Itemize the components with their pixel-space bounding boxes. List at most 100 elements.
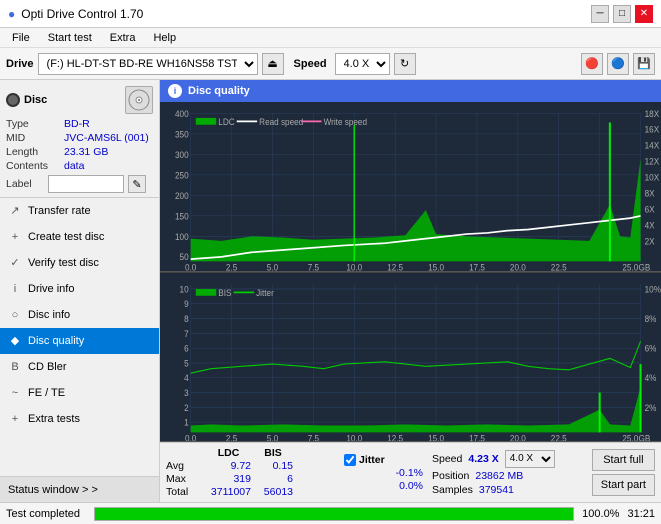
menu-file[interactable]: File bbox=[4, 30, 38, 46]
svg-text:8: 8 bbox=[184, 313, 189, 324]
sidebar-item-cd-bler[interactable]: B CD Bler bbox=[0, 354, 159, 380]
sidebar-item-disc-info[interactable]: ○ Disc info bbox=[0, 302, 159, 328]
svg-text:6: 6 bbox=[184, 343, 189, 354]
svg-text:4X: 4X bbox=[645, 220, 655, 231]
fe-te-icon: ~ bbox=[8, 386, 22, 400]
tool-btn-3[interactable]: 🔵 bbox=[607, 53, 629, 75]
drive-label: Drive bbox=[6, 58, 34, 70]
samples-label: Samples bbox=[432, 484, 473, 496]
max-bis: 6 bbox=[253, 473, 293, 485]
sidebar-item-fe-te[interactable]: ~ FE / TE bbox=[0, 380, 159, 406]
tool-btn-2[interactable]: 🔴 bbox=[581, 53, 603, 75]
disc-title: Disc bbox=[24, 94, 47, 106]
drive-info-icon: i bbox=[8, 282, 22, 296]
avg-label: Avg bbox=[166, 460, 204, 472]
speed-select[interactable]: 4.0 X MAX 2.0 X 8.0 X bbox=[335, 53, 390, 75]
content-header-icon: i bbox=[168, 84, 182, 98]
menu-help[interactable]: Help bbox=[145, 30, 184, 46]
minimize-button[interactable]: ─ bbox=[591, 5, 609, 23]
svg-text:7.5: 7.5 bbox=[308, 262, 320, 270]
eject-button[interactable]: ⏏ bbox=[262, 53, 284, 75]
maximize-button[interactable]: □ bbox=[613, 5, 631, 23]
svg-text:5.0: 5.0 bbox=[267, 433, 279, 441]
svg-text:22.5: 22.5 bbox=[551, 262, 567, 270]
svg-text:Read speed: Read speed bbox=[259, 116, 303, 127]
start-part-button[interactable]: Start part bbox=[592, 474, 655, 496]
jitter-label: Jitter bbox=[359, 454, 385, 466]
svg-text:250: 250 bbox=[175, 170, 189, 181]
avg-jitter-label bbox=[344, 467, 376, 479]
chart1: 400 350 300 250 200 150 100 50 18X 16X 1… bbox=[160, 102, 661, 272]
jitter-checkbox[interactable] bbox=[344, 454, 356, 466]
extra-tests-icon: + bbox=[8, 412, 22, 426]
menubar: File Start test Extra Help bbox=[0, 28, 661, 48]
svg-text:4%: 4% bbox=[645, 372, 657, 383]
speed-value-stat: 4.23 X bbox=[468, 453, 498, 465]
max-ldc: 319 bbox=[206, 473, 251, 485]
label-input[interactable] bbox=[48, 175, 124, 193]
contents-value: data bbox=[64, 160, 84, 172]
close-button[interactable]: ✕ bbox=[635, 5, 653, 23]
status-window-button[interactable]: Status window > > bbox=[0, 476, 159, 502]
drive-select[interactable]: (F:) HL-DT-ST BD-RE WH16NS58 TST4 bbox=[38, 53, 258, 75]
max-jitter-label bbox=[344, 480, 376, 492]
mid-label: MID bbox=[6, 132, 64, 144]
menu-extra[interactable]: Extra bbox=[102, 30, 144, 46]
progress-text: 100.0% bbox=[582, 508, 619, 520]
sidebar-item-disc-quality[interactable]: ◆ Disc quality bbox=[0, 328, 159, 354]
type-label: Type bbox=[6, 118, 64, 130]
chart1-svg: 400 350 300 250 200 150 100 50 18X 16X 1… bbox=[160, 102, 661, 271]
refresh-button[interactable]: ↻ bbox=[394, 53, 416, 75]
contents-label: Contents bbox=[6, 160, 64, 172]
label-label: Label bbox=[6, 178, 44, 190]
svg-text:BIS: BIS bbox=[218, 287, 231, 298]
svg-text:10.0: 10.0 bbox=[346, 262, 362, 270]
sidebar-item-transfer-rate[interactable]: ↗ Transfer rate bbox=[0, 198, 159, 224]
verify-test-disc-icon: ✓ bbox=[8, 256, 22, 270]
cd-bler-label: CD Bler bbox=[28, 361, 67, 373]
svg-text:7: 7 bbox=[184, 328, 189, 339]
svg-text:400: 400 bbox=[175, 108, 189, 119]
sidebar-item-drive-info[interactable]: i Drive info bbox=[0, 276, 159, 302]
label-edit-button[interactable]: ✎ bbox=[128, 175, 146, 193]
svg-text:20.0: 20.0 bbox=[510, 433, 526, 441]
status-text: Test completed bbox=[6, 508, 86, 520]
cd-bler-icon: B bbox=[8, 360, 22, 374]
speed-select-stats[interactable]: 4.0 X MAX 2.0 X bbox=[505, 450, 555, 468]
action-buttons: Start full Start part bbox=[592, 449, 655, 496]
svg-text:2.5: 2.5 bbox=[226, 433, 238, 441]
type-value: BD-R bbox=[64, 118, 90, 130]
avg-jitter: -0.1% bbox=[378, 467, 423, 479]
speed-label: Speed bbox=[294, 58, 327, 70]
position-label: Position bbox=[432, 470, 469, 482]
svg-text:10%: 10% bbox=[645, 283, 661, 294]
svg-text:14X: 14X bbox=[645, 140, 660, 151]
svg-text:9: 9 bbox=[184, 298, 189, 309]
bis-header: BIS bbox=[253, 447, 293, 459]
svg-text:16X: 16X bbox=[645, 124, 660, 135]
menu-start-test[interactable]: Start test bbox=[40, 30, 100, 46]
sidebar-item-verify-test-disc[interactable]: ✓ Verify test disc bbox=[0, 250, 159, 276]
start-full-button[interactable]: Start full bbox=[592, 449, 655, 471]
mid-value: JVC-AMS6L (001) bbox=[64, 132, 149, 144]
chart2: 10 9 8 7 6 5 4 3 2 1 10% 8% 6% 4% 2% bbox=[160, 272, 661, 443]
svg-text:25.0: 25.0 bbox=[622, 433, 638, 441]
disc-thumbnail bbox=[125, 86, 153, 114]
total-label: Total bbox=[166, 486, 204, 498]
total-ldc: 3711007 bbox=[206, 486, 251, 498]
svg-text:100: 100 bbox=[175, 231, 189, 242]
content-header: i Disc quality bbox=[160, 80, 661, 102]
sidebar: Disc Type BD-R MID JVC-AMS6L (001) bbox=[0, 80, 160, 502]
svg-text:8X: 8X bbox=[645, 188, 655, 199]
chart2-svg: 10 9 8 7 6 5 4 3 2 1 10% 8% 6% 4% 2% bbox=[160, 273, 661, 442]
fe-te-label: FE / TE bbox=[28, 387, 65, 399]
svg-text:GB: GB bbox=[639, 433, 651, 441]
save-button[interactable]: 💾 bbox=[633, 53, 655, 75]
svg-text:200: 200 bbox=[175, 190, 189, 201]
progress-bar bbox=[95, 508, 573, 520]
svg-text:4: 4 bbox=[184, 372, 189, 383]
nav-items: ↗ Transfer rate + Create test disc ✓ Ver… bbox=[0, 198, 159, 476]
sidebar-item-extra-tests[interactable]: + Extra tests bbox=[0, 406, 159, 432]
svg-text:20.0: 20.0 bbox=[510, 262, 526, 270]
sidebar-item-create-test-disc[interactable]: + Create test disc bbox=[0, 224, 159, 250]
